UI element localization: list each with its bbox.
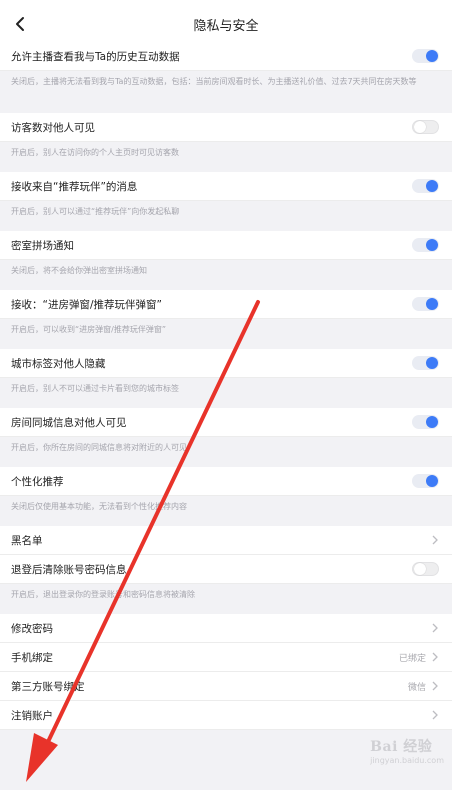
- setting-label: 允许主播查看我与Ta的历史互动数据: [11, 51, 180, 63]
- setting-description: 开启后，别人不可以通过卡片看到您的城市标签: [0, 378, 452, 401]
- toggle-switch[interactable]: [412, 297, 439, 311]
- toggle-switch[interactable]: [412, 474, 439, 488]
- chevron-right-icon: [432, 652, 438, 662]
- toggle-switch[interactable]: [412, 562, 439, 576]
- nav-bar: 隐私与安全: [0, 6, 452, 42]
- setting-label: 城市标签对他人隐藏: [11, 358, 106, 370]
- toggle-knob: [426, 50, 438, 62]
- setting-label: 房间同城信息对他人可见: [11, 417, 127, 429]
- toggle-switch[interactable]: [412, 356, 439, 370]
- toggle-switch[interactable]: [412, 179, 439, 193]
- setting-description: 关闭后，将不会给你弹出密室拼场通知: [0, 260, 452, 283]
- page-title: 隐私与安全: [193, 19, 259, 34]
- toggle-knob: [426, 180, 438, 192]
- setting-label: 接收来自“推荐玩伴”的消息: [11, 181, 138, 193]
- setting-label: 接收：“进房弹窗/推荐玩伴弹窗”: [11, 299, 162, 311]
- binding-status: 微信: [407, 683, 426, 693]
- toggle-switch[interactable]: [412, 238, 439, 252]
- setting-description: 开启后，别人可以通过“推荐玩伴”向你发起私聊: [0, 201, 452, 224]
- chevron-right-icon: [432, 535, 438, 545]
- setting-row-interaction-data: 允许主播查看我与Ta的历史互动数据: [0, 42, 452, 71]
- setting-row-escape-room-notice: 密室拼场通知: [0, 231, 452, 260]
- phone-binding-item[interactable]: 手机绑定 已绑定: [0, 643, 452, 672]
- setting-row-personalized: 个性化推荐: [0, 467, 452, 496]
- setting-row-clear-info: 退登后清除账号密码信息: [0, 555, 452, 584]
- toggle-knob: [426, 357, 438, 369]
- setting-label: 第三方账号绑定: [11, 681, 85, 693]
- third-party-binding-item[interactable]: 第三方账号绑定 微信: [0, 672, 452, 701]
- blacklist-item[interactable]: 黑名单: [0, 526, 452, 555]
- toggle-knob: [414, 563, 426, 575]
- toggle-knob: [414, 121, 426, 133]
- setting-row-popup: 接收：“进房弹窗/推荐玩伴弹窗”: [0, 290, 452, 319]
- binding-status: 已绑定: [398, 654, 426, 664]
- chevron-right-icon: [432, 681, 438, 691]
- setting-description: 关闭后，主播将无法看到我与Ta的互动数据，包括：当前房间观看时长、为主播送礼价值…: [0, 71, 452, 106]
- toggle-switch[interactable]: [412, 120, 439, 134]
- setting-description: 关闭后仅使用基本功能，无法看到个性化推荐内容: [0, 496, 452, 519]
- setting-description: 开启后，退出登录你的登录账号和密码信息将被清除: [0, 584, 452, 607]
- toggle-switch[interactable]: [412, 415, 439, 429]
- setting-row-visitor-count: 访客数对他人可见: [0, 113, 452, 142]
- setting-label: 注销账户: [11, 710, 53, 722]
- chevron-right-icon: [432, 623, 438, 633]
- toggle-knob: [426, 298, 438, 310]
- setting-row-same-city: 房间同城信息对他人可见: [0, 408, 452, 437]
- cancel-account-item[interactable]: 注销账户: [0, 701, 452, 730]
- setting-label: 访客数对他人可见: [11, 122, 95, 134]
- toggle-knob: [426, 239, 438, 251]
- setting-description: 开启后，别人在访问你的个人主页时可见访客数: [0, 142, 452, 165]
- toggle-switch[interactable]: [412, 49, 439, 63]
- setting-description: 开启后，你所在房间的同城信息将对附近的人可见: [0, 437, 452, 460]
- setting-row-recommend-messages: 接收来自“推荐玩伴”的消息: [0, 172, 452, 201]
- setting-label: 黑名单: [11, 535, 43, 547]
- setting-label: 退登后清除账号密码信息: [11, 564, 127, 576]
- change-password-item[interactable]: 修改密码: [0, 614, 452, 643]
- setting-row-city-tag: 城市标签对他人隐藏: [0, 349, 452, 378]
- setting-label: 个性化推荐: [11, 476, 64, 488]
- toggle-knob: [426, 475, 438, 487]
- baidu-watermark: Bai 经验 jingyan.baidu.com: [370, 739, 444, 765]
- setting-label: 手机绑定: [11, 652, 53, 664]
- setting-description: 开启后，可以收到“进房弹窗/推荐玩伴弹窗”: [0, 319, 452, 342]
- settings-list: 允许主播查看我与Ta的历史互动数据 关闭后，主播将无法看到我与Ta的互动数据，包…: [0, 42, 452, 730]
- setting-label: 密室拼场通知: [11, 240, 74, 252]
- chevron-right-icon: [432, 710, 438, 720]
- toggle-knob: [426, 416, 438, 428]
- setting-label: 修改密码: [11, 623, 53, 635]
